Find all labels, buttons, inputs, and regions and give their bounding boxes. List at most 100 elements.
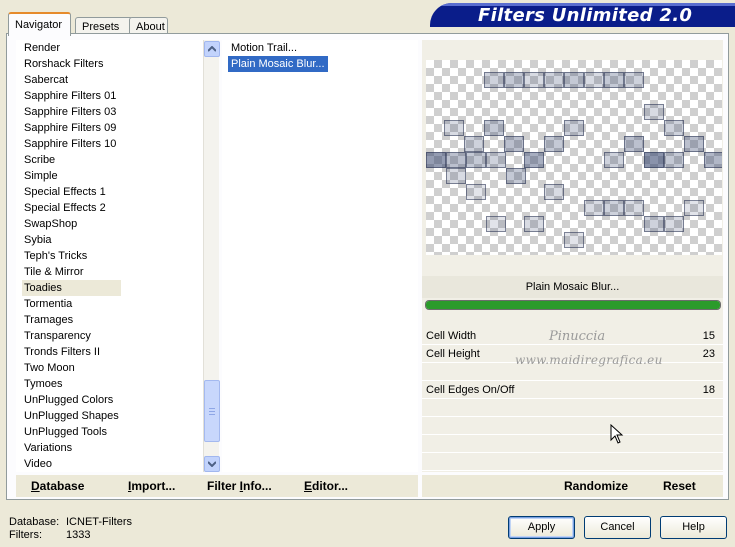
parameter-value: 18 xyxy=(702,384,715,396)
randomize-button[interactable]: Randomize xyxy=(564,479,628,493)
mosaic-tile xyxy=(644,216,664,232)
mosaic-tile xyxy=(644,152,664,168)
category-item[interactable]: UnPlugged Colors xyxy=(22,392,121,408)
category-item[interactable]: Tymoes xyxy=(22,376,121,392)
parameter-row[interactable]: Cell Edges On/Off 18 xyxy=(422,381,723,399)
category-item[interactable]: UnPlugged Tools xyxy=(22,424,121,440)
mouse-cursor-icon xyxy=(610,424,624,444)
mosaic-tile xyxy=(446,168,466,184)
parameter-row[interactable] xyxy=(422,435,723,453)
mosaic-tile xyxy=(544,184,564,200)
category-item[interactable]: Transparency xyxy=(22,328,121,344)
category-item[interactable]: Tile & Mirror xyxy=(22,264,121,280)
parameter-value: 15 xyxy=(702,330,715,342)
mosaic-tile xyxy=(624,72,644,88)
mosaic-tile xyxy=(524,72,544,88)
category-list[interactable]: Render Rorshack Filters Sabercat Sapphire F… xyxy=(16,40,220,472)
mosaic-tile xyxy=(464,136,484,152)
cancel-button[interactable]: Cancel xyxy=(584,516,651,539)
scroll-up-button[interactable] xyxy=(204,41,220,57)
category-item[interactable]: Two Moon xyxy=(22,360,121,376)
mosaic-tile xyxy=(426,152,446,168)
parameter-row[interactable]: Cell Width 15 xyxy=(422,327,723,345)
current-filter-name: Plain Mosaic Blur... xyxy=(422,276,723,298)
category-item[interactable]: Special Effects 1 xyxy=(22,184,121,200)
parameter-list: Cell Width 15 Cell Height 23 Cell Edges On/O… xyxy=(422,327,723,471)
category-item[interactable]: Toadies xyxy=(22,280,121,296)
mosaic-tile xyxy=(524,152,544,168)
mosaic-tile xyxy=(506,168,526,184)
filters-label: Filters: xyxy=(9,529,42,541)
filter-row: Plain Mosaic Blur... xyxy=(222,56,418,72)
left-button-bar: Database Import... Filter Info... Editor... xyxy=(16,475,418,497)
mosaic-tile xyxy=(544,136,564,152)
filter-item[interactable]: Plain Mosaic Blur... xyxy=(228,56,328,72)
filter-info-button[interactable]: Filter Info... xyxy=(207,479,272,493)
parameter-label: Cell Edges On/Off xyxy=(426,384,515,396)
category-item[interactable]: Scribe xyxy=(22,152,121,168)
parameter-label: Cell Width xyxy=(426,330,477,342)
mosaic-tile xyxy=(604,200,624,216)
mosaic-tile xyxy=(664,152,684,168)
mosaic-tile xyxy=(664,216,684,232)
category-item[interactable]: Tronds Filters II xyxy=(22,344,121,360)
database-value: ICNET-Filters xyxy=(66,516,132,528)
category-item[interactable]: Simple xyxy=(22,168,121,184)
mosaic-tile xyxy=(584,200,604,216)
parameter-row[interactable] xyxy=(422,399,723,417)
help-button[interactable]: Help xyxy=(660,516,727,539)
parameter-value: 23 xyxy=(702,348,715,360)
category-item[interactable]: Sapphire Filters 03 xyxy=(22,104,121,120)
mosaic-tile xyxy=(624,200,644,216)
apply-button[interactable]: Apply xyxy=(508,516,575,539)
category-item[interactable]: Teph's Tricks xyxy=(22,248,121,264)
import-button[interactable]: Import... xyxy=(128,479,175,493)
category-item[interactable]: Variations xyxy=(22,440,121,456)
preview-image xyxy=(426,60,722,255)
mosaic-tile xyxy=(486,216,506,232)
category-item[interactable]: Sabercat xyxy=(22,72,121,88)
parameter-row[interactable]: Cell Height 23 xyxy=(422,345,723,363)
editor-button[interactable]: Editor... xyxy=(304,479,348,493)
filter-item[interactable]: Motion Trail... xyxy=(228,40,300,56)
grip-icon xyxy=(209,407,215,415)
category-item[interactable]: Render xyxy=(22,40,121,56)
parameter-row[interactable] xyxy=(422,363,723,381)
filter-items: Motion Trail... Plain Mosaic Blur... xyxy=(222,40,418,72)
filter-settings-panel: Plain Mosaic Blur... Cell Width 15 Cell He… xyxy=(422,40,723,472)
category-item[interactable]: Sapphire Filters 01 xyxy=(22,88,121,104)
mosaic-tile xyxy=(486,152,506,168)
mosaic-tile xyxy=(564,72,584,88)
filters-value: 1333 xyxy=(66,529,91,541)
category-scrollbar[interactable] xyxy=(203,40,220,472)
category-item[interactable]: Sybia xyxy=(22,232,121,248)
parameter-row[interactable] xyxy=(422,417,723,435)
banner-title: Filters Unlimited 2.0 xyxy=(478,5,693,26)
filter-list[interactable]: Motion Trail... Plain Mosaic Blur... xyxy=(222,40,418,472)
parameter-row[interactable] xyxy=(422,453,723,471)
category-item[interactable]: Sapphire Filters 09 xyxy=(22,120,121,136)
reset-button[interactable]: Reset xyxy=(663,479,696,493)
mosaic-tile xyxy=(444,120,464,136)
category-item[interactable]: Video xyxy=(22,456,121,472)
category-item[interactable]: Tramages xyxy=(22,312,121,328)
tab-navigator[interactable]: Navigator xyxy=(8,12,71,36)
mosaic-tile xyxy=(524,216,544,232)
mosaic-tile xyxy=(604,72,624,88)
category-item[interactable]: Sapphire Filters 10 xyxy=(22,136,121,152)
category-item[interactable]: Rorshack Filters xyxy=(22,56,121,72)
category-item[interactable]: SwapShop xyxy=(22,216,121,232)
right-button-bar: Randomize Reset xyxy=(422,475,723,497)
category-item[interactable]: Tormentia xyxy=(22,296,121,312)
mosaic-tile xyxy=(664,120,684,136)
mosaic-tile xyxy=(604,152,624,168)
category-item[interactable]: UnPlugged Shapes xyxy=(22,408,121,424)
scroll-thumb[interactable] xyxy=(204,380,220,442)
database-button[interactable]: Database xyxy=(31,479,84,493)
category-items: Render Rorshack Filters Sabercat Sapphire F… xyxy=(22,40,121,472)
mosaic-tile xyxy=(684,200,704,216)
filters-info: Filters: 1333 xyxy=(9,529,90,541)
scroll-down-button[interactable] xyxy=(204,456,220,472)
category-item[interactable]: Special Effects 2 xyxy=(22,200,121,216)
database-label: Database: xyxy=(9,516,60,528)
